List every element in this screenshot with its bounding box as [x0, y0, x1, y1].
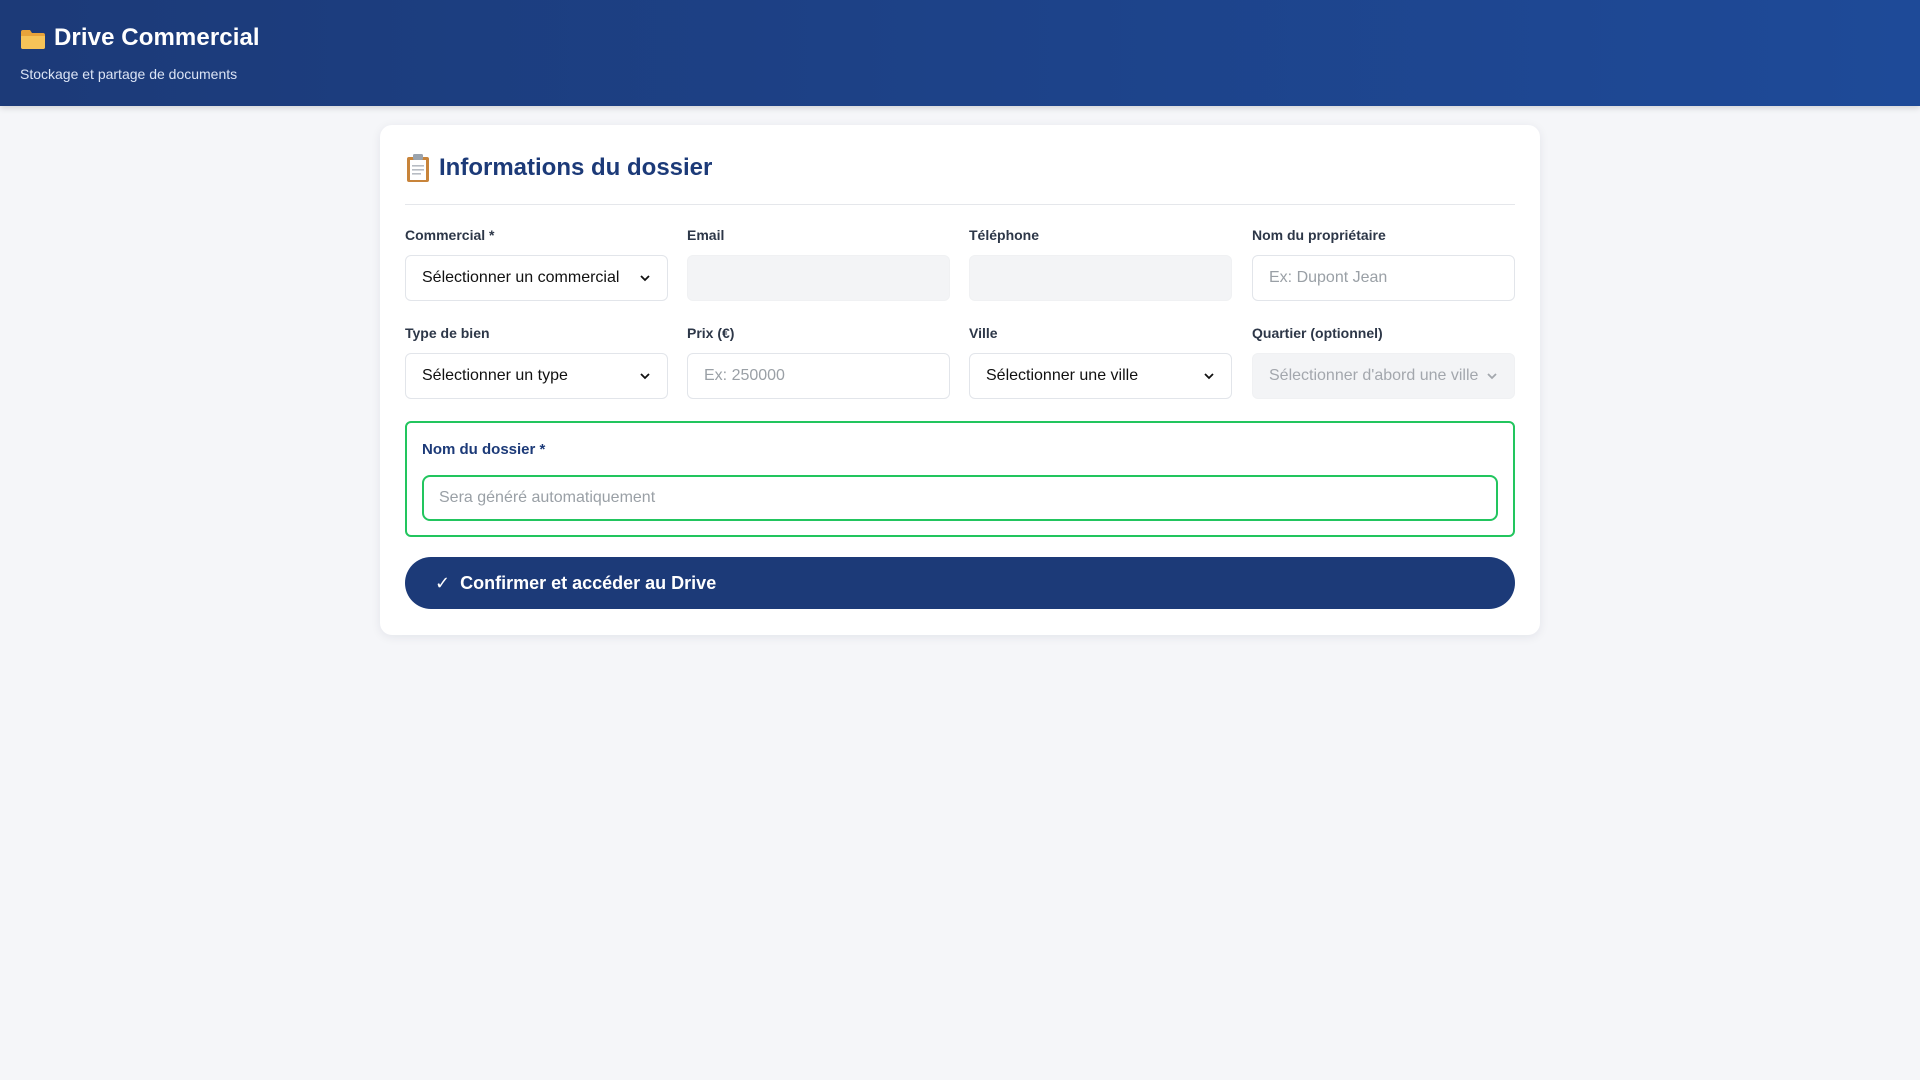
type-bien-label: Type de bien — [405, 325, 490, 341]
chevron-down-icon — [639, 272, 651, 284]
dossier-form-card: Informations du dossier Commercial * Sél… — [380, 125, 1540, 635]
check-icon: ✓ — [435, 572, 451, 593]
proprietaire-field: Nom du propriétaire Ex: Dupont Jean — [1252, 225, 1515, 301]
proprietaire-label: Nom du propriétaire — [1252, 227, 1386, 243]
proprietaire-input[interactable]: Ex: Dupont Jean — [1252, 255, 1515, 301]
email-field: Email — [687, 225, 950, 301]
type-bien-select[interactable]: Sélectionner un type — [405, 353, 668, 399]
card-title: Informations du dossier — [439, 154, 713, 181]
telephone-field: Téléphone — [969, 225, 1232, 301]
confirm-button-label: Confirmer et accéder au Drive — [460, 572, 717, 593]
chevron-down-icon — [1203, 370, 1215, 382]
app-title-row: Drive Commercial — [20, 24, 260, 52]
commercial-field: Commercial * Sélectionner un commercial — [405, 225, 668, 301]
app-title: Drive Commercial — [54, 24, 260, 51]
ville-select-value: Sélectionner une ville — [986, 367, 1139, 384]
dossier-name-label: Nom du dossier * — [422, 441, 546, 458]
email-label: Email — [687, 227, 725, 243]
ville-label: Ville — [969, 325, 998, 341]
email-input[interactable] — [687, 255, 950, 301]
chevron-down-icon — [639, 370, 651, 382]
clipboard-icon — [405, 153, 431, 183]
prix-label: Prix (€) — [687, 325, 735, 341]
commercial-select[interactable]: Sélectionner un commercial — [405, 255, 668, 301]
quartier-label: Quartier (optionnel) — [1252, 325, 1383, 341]
prix-placeholder: Ex: 250000 — [704, 367, 785, 384]
dossier-name-placeholder: Sera généré automatiquement — [439, 489, 656, 506]
prix-input[interactable]: Ex: 250000 — [687, 353, 950, 399]
confirm-button[interactable]: ✓ Confirmer et accéder au Drive — [405, 557, 1515, 609]
telephone-label: Téléphone — [969, 227, 1040, 243]
chevron-down-icon — [1486, 370, 1498, 382]
dossier-name-input[interactable]: Sera généré automatiquement — [422, 475, 1498, 521]
commercial-label: Commercial * — [405, 227, 495, 243]
telephone-input[interactable] — [969, 255, 1232, 301]
ville-field: Ville Sélectionner une ville — [969, 323, 1232, 399]
app-header: Drive Commercial Stockage et partage de … — [0, 0, 1920, 106]
folder-icon — [20, 28, 46, 49]
type-bien-field: Type de bien Sélectionner un type — [405, 323, 668, 399]
commercial-select-value: Sélectionner un commercial — [422, 269, 620, 286]
prix-field: Prix (€) Ex: 250000 — [687, 323, 950, 399]
ville-select[interactable]: Sélectionner une ville — [969, 353, 1232, 399]
app-subtitle: Stockage et partage de documents — [20, 66, 238, 82]
dossier-name-section: Nom du dossier * Sera généré automatique… — [405, 421, 1515, 537]
quartier-select-value: Sélectionner d'abord une ville — [1269, 367, 1479, 384]
proprietaire-placeholder: Ex: Dupont Jean — [1269, 269, 1388, 286]
card-header: Informations du dossier — [405, 153, 1515, 205]
type-bien-select-value: Sélectionner un type — [422, 367, 568, 384]
quartier-field: Quartier (optionnel) Sélectionner d'abor… — [1252, 323, 1515, 399]
quartier-select[interactable]: Sélectionner d'abord une ville — [1252, 353, 1515, 399]
